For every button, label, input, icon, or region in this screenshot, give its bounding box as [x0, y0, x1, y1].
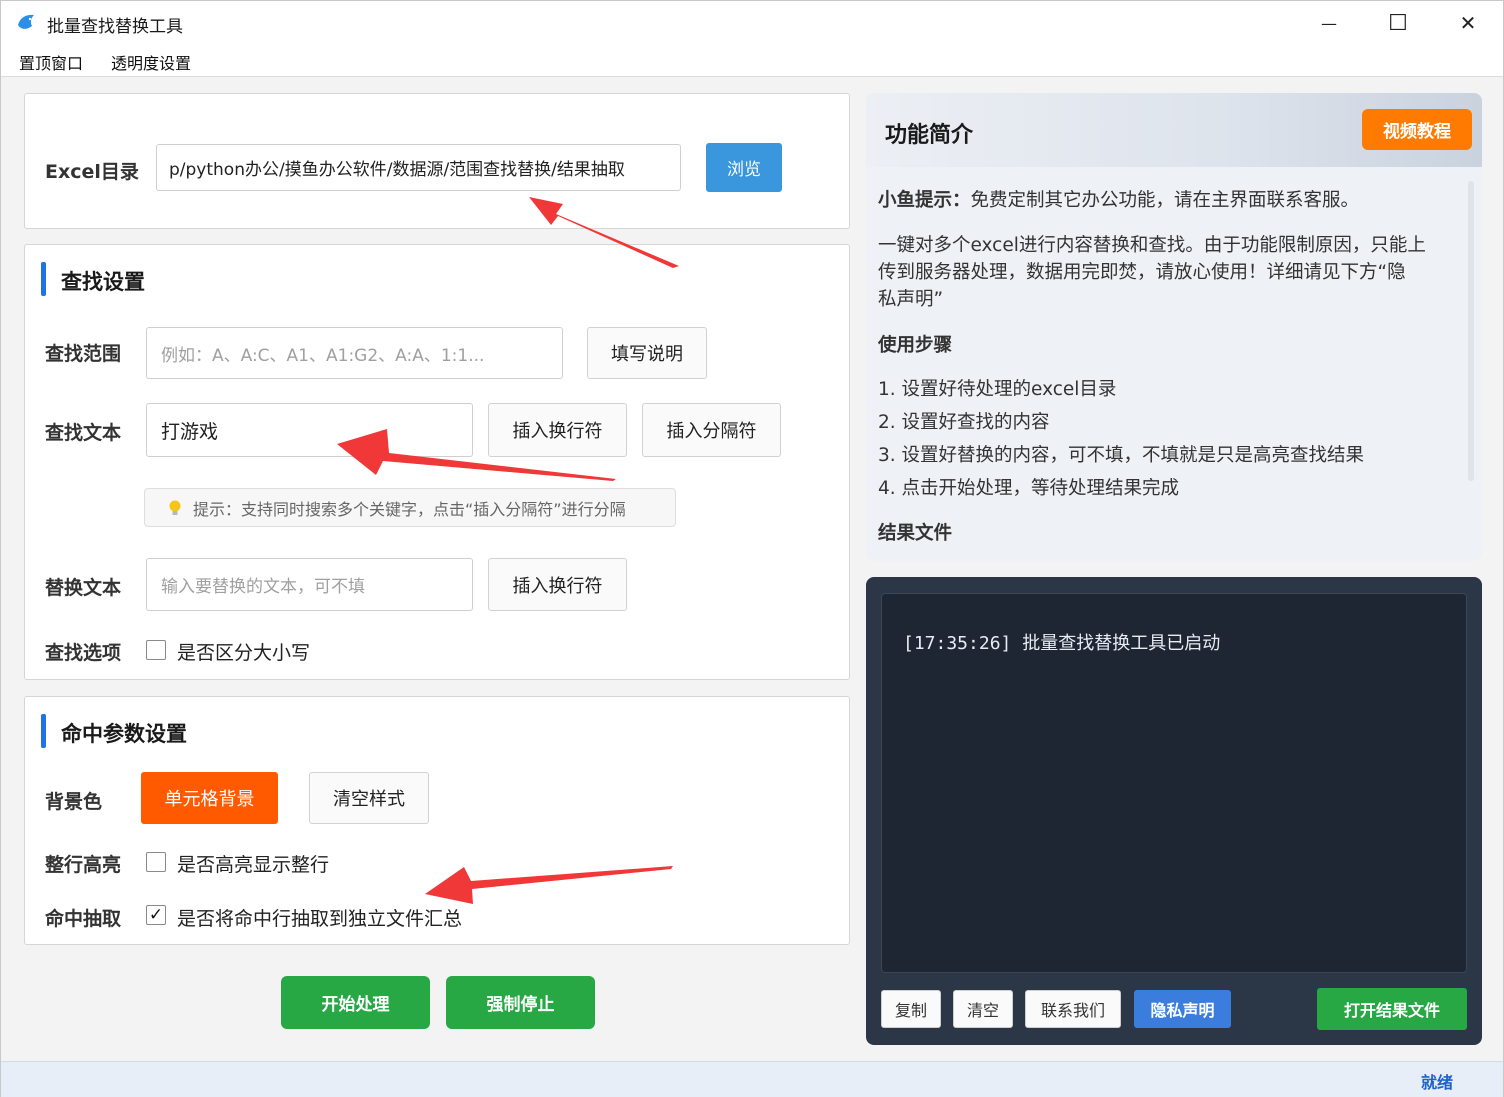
bg-color-label: 背景色: [45, 791, 103, 813]
insert-separator-button[interactable]: 插入分隔符: [642, 403, 781, 457]
close-icon: ✕: [1459, 11, 1477, 35]
start-process-button[interactable]: 开始处理: [281, 976, 430, 1029]
replace-text-placeholder: 输入要替换的文本，可不填: [161, 577, 365, 597]
steps-title: 使用步骤: [878, 335, 953, 356]
excel-dir-label: Excel目录: [45, 161, 139, 183]
find-options-label: 查找选项: [45, 642, 122, 664]
video-tutorial-button[interactable]: 视频教程: [1362, 109, 1472, 150]
insert-newline-button[interactable]: 插入换行符: [488, 403, 627, 457]
find-range-label: 查找范围: [45, 343, 122, 365]
row-highlight-check-label: 是否高亮显示整行: [177, 854, 330, 876]
intro-header: 功能简介 视频教程: [866, 93, 1482, 167]
intro-tip-text: 免费定制其它办公功能，请在主界面联系客服。: [970, 190, 1360, 211]
hit-extract-checkbox[interactable]: ✓: [146, 905, 166, 925]
menu-item-pin-top[interactable]: 置顶窗口: [17, 50, 85, 74]
maximize-button[interactable]: ☐: [1363, 1, 1433, 45]
cell-background-button[interactable]: 单元格背景: [141, 772, 278, 824]
find-range-input[interactable]: 例如：A、A:C、A1、A1:G2、A:A、1:1...: [146, 327, 563, 379]
minimize-button[interactable]: —: [1294, 1, 1364, 45]
find-settings-title: 查找设置: [61, 270, 145, 294]
checkmark-icon: ✓: [148, 905, 164, 925]
excel-dir-input[interactable]: p/python办公/摸鱼办公软件/数据源/范围查找替换/结果抽取: [156, 144, 681, 191]
log-line: [17:35:26] 批量查找替换工具已启动: [903, 629, 1220, 655]
case-sensitive-checkbox[interactable]: [146, 640, 166, 660]
fill-help-button[interactable]: 填写说明: [587, 327, 707, 379]
find-range-placeholder: 例如：A、A:C、A1、A1:G2、A:A、1:1...: [161, 345, 485, 366]
hit-extract-label: 命中抽取: [45, 908, 122, 930]
intro-desc-line1: 一键对多个excel进行内容替换和查找。由于功能限制原因，只能上: [878, 235, 1426, 256]
intro-tip: 小鱼提示：免费定制其它办公功能，请在主界面联系客服。: [878, 187, 1359, 215]
window-title: 批量查找替换工具: [47, 17, 183, 37]
find-settings-panel: 查找设置 查找范围 例如：A、A:C、A1、A1:G2、A:A、1:1... 填…: [24, 244, 850, 680]
log-area[interactable]: [17:35:26] 批量查找替换工具已启动: [881, 593, 1467, 973]
find-text-input[interactable]: 打游戏: [146, 403, 473, 457]
log-message: 批量查找替换工具已启动: [1022, 633, 1221, 654]
replace-text-input[interactable]: 输入要替换的文本，可不填: [146, 558, 473, 611]
excel-dir-value: p/python办公/摸鱼办公软件/数据源/范围查找替换/结果抽取: [169, 160, 625, 180]
section-accent-bar: [41, 714, 46, 748]
open-result-file-button[interactable]: 打开结果文件: [1317, 988, 1467, 1030]
privacy-button[interactable]: 隐私声明: [1134, 990, 1231, 1028]
excel-dir-panel: Excel目录 p/python办公/摸鱼办公软件/数据源/范围查找替换/结果抽…: [24, 93, 850, 229]
maximize-icon: ☐: [1388, 10, 1408, 36]
step-item: 4. 点击开始处理，等待处理结果完成: [878, 478, 1180, 499]
log-panel: [17:35:26] 批量查找替换工具已启动 复制 清空 联系我们 隐私声明 打…: [866, 577, 1482, 1045]
status-bar: 就绪: [1, 1061, 1503, 1097]
status-text: 就绪: [1420, 1073, 1453, 1092]
find-text-value: 打游戏: [161, 420, 219, 443]
intro-desc-line2: 传到服务器处理，数据用完即焚，请放心使用！详细请见下方“隐: [878, 262, 1406, 283]
intro-scrollbar[interactable]: [1468, 181, 1474, 481]
intro-tip-bold: 小鱼提示：: [878, 190, 971, 211]
row-highlight-label: 整行高亮: [45, 854, 122, 876]
step-item: 2. 设置好查找的内容: [878, 412, 1050, 433]
hit-params-panel: 命中参数设置 背景色 单元格背景 清空样式 整行高亮 是否高亮显示整行 命中抽取…: [24, 696, 850, 945]
minimize-icon: —: [1321, 13, 1337, 33]
hit-params-title: 命中参数设置: [61, 722, 187, 746]
app-window: 批量查找替换工具 — ☐ ✕ 置顶窗口 透明度设置 Excel目录 p/pyth…: [0, 0, 1504, 1097]
intro-desc-line3: 私声明”: [878, 289, 944, 310]
find-text-label: 查找文本: [45, 422, 122, 444]
replace-insert-newline-button[interactable]: 插入换行符: [488, 558, 627, 611]
menu-item-transparency[interactable]: 透明度设置: [109, 50, 193, 74]
clear-button[interactable]: 清空: [953, 990, 1013, 1028]
replace-text-label: 替换文本: [45, 577, 122, 599]
lightbulb-icon: [169, 500, 181, 515]
contact-us-button[interactable]: 联系我们: [1025, 990, 1121, 1028]
step-item: 3. 设置好替换的内容，可不填，不填就是只是高亮查找结果: [878, 445, 1365, 466]
row-highlight-checkbox[interactable]: [146, 852, 166, 872]
close-button[interactable]: ✕: [1433, 1, 1503, 45]
browse-button[interactable]: 浏览: [706, 143, 782, 192]
feature-intro-panel: 功能简介 视频教程 小鱼提示：免费定制其它办公功能，请在主界面联系客服。 一键对…: [866, 93, 1482, 561]
case-sensitive-label: 是否区分大小写: [177, 642, 311, 664]
find-tip-box: 提示：支持同时搜索多个关键字，点击“插入分隔符”进行分隔: [144, 488, 676, 527]
log-timestamp: [17:35:26]: [903, 633, 1012, 654]
hit-extract-check-label: 是否将命中行抽取到独立文件汇总: [177, 908, 463, 930]
force-stop-button[interactable]: 强制停止: [446, 976, 595, 1029]
clear-style-button[interactable]: 清空样式: [309, 772, 429, 824]
menu-bar: 置顶窗口 透明度设置: [1, 45, 1503, 77]
app-logo-icon: [18, 14, 34, 29]
section-accent-bar: [41, 262, 46, 296]
copy-button[interactable]: 复制: [881, 990, 941, 1028]
intro-title: 功能简介: [885, 123, 974, 148]
find-tip-text: 提示：支持同时搜索多个关键字，点击“插入分隔符”进行分隔: [193, 499, 626, 519]
step-item: 1. 设置好待处理的excel目录: [878, 379, 1117, 400]
title-bar: 批量查找替换工具 — ☐ ✕: [1, 1, 1503, 45]
result-file-title: 结果文件: [878, 523, 953, 544]
